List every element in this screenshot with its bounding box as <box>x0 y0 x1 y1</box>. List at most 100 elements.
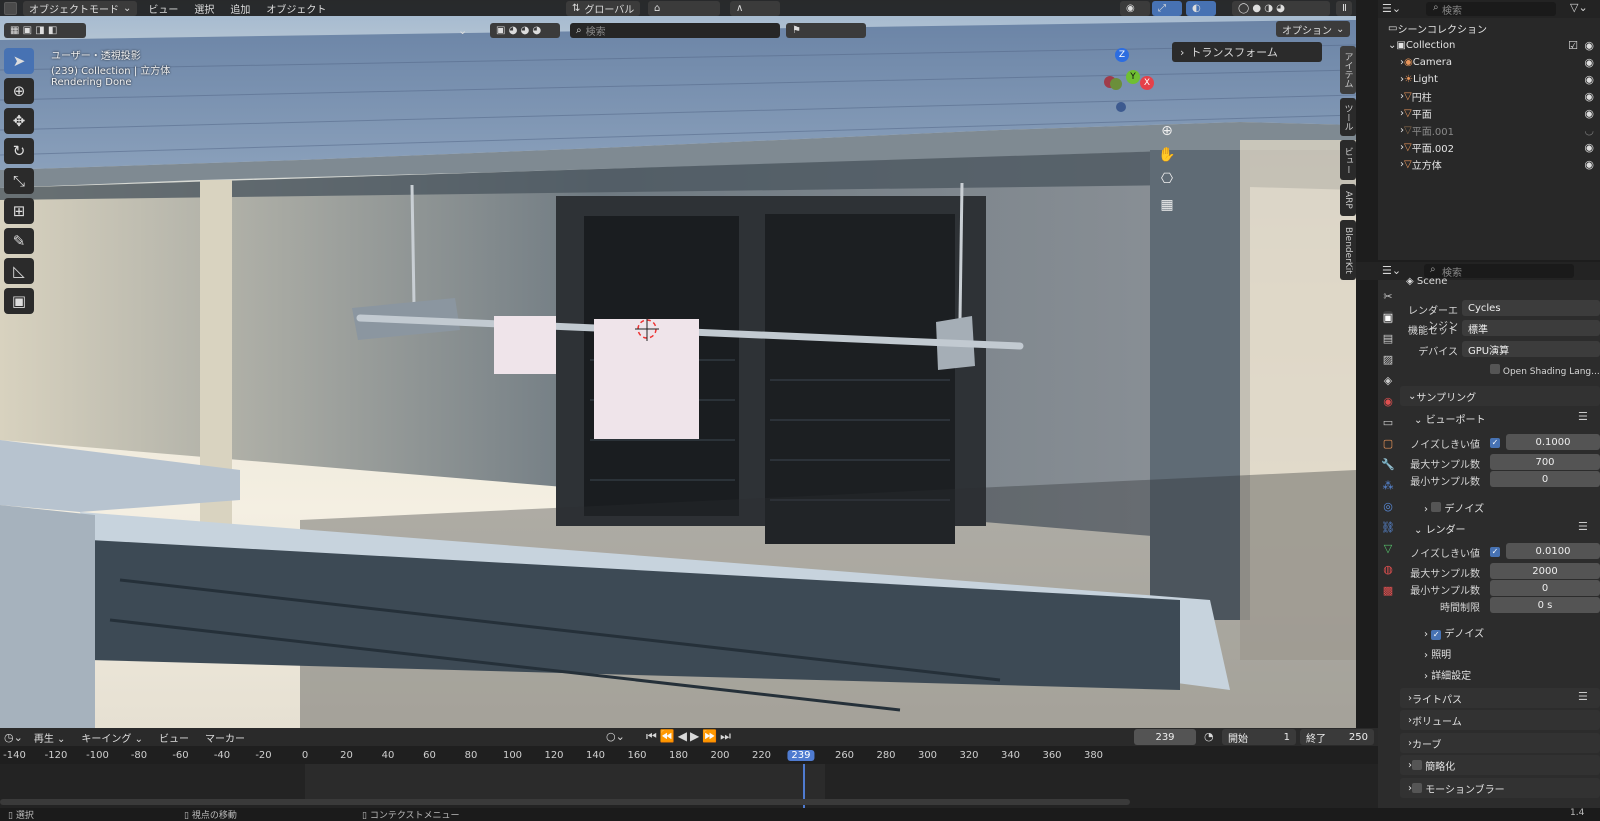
view-layer-tab-icon[interactable]: ▨ <box>1383 353 1393 366</box>
transform-panel[interactable]: › トランスフォーム <box>1172 42 1322 62</box>
orientation-dropdown[interactable]: ⇅ グローバル <box>566 0 641 16</box>
outliner-item-plane[interactable]: › ▽ 平面 ◉ <box>1378 105 1600 122</box>
tab-view[interactable]: ビュー <box>1340 140 1356 180</box>
menu-view[interactable]: ビュー <box>143 1 183 16</box>
outliner-item-camera[interactable]: › ◉ Camera ◉ <box>1378 54 1600 71</box>
subsection-lighting[interactable]: › 照明 <box>1424 646 1451 661</box>
section-light-paths[interactable]: › ライトパス <box>1400 688 1600 708</box>
scale-tool[interactable]: ⤡ <box>4 168 34 194</box>
gizmo-toggle[interactable]: ⤢ <box>1152 0 1182 16</box>
tab-blenderkit[interactable]: BlenderKit <box>1340 220 1356 280</box>
3d-viewport[interactable]: オブジェクトモード ⌄ ビュー 選択 追加 オブジェクト ⇅ グローバル ⌂ ∧ ◉… <box>0 0 1356 728</box>
section-curves[interactable]: › カーブ <box>1400 733 1600 753</box>
shading-modes[interactable]: ◯ ● ◑ ◕ <box>1232 0 1330 16</box>
tab-arp[interactable]: ARP <box>1340 184 1356 216</box>
outliner-item-cylinder[interactable]: › ▽ 円柱 ◉ <box>1378 88 1600 105</box>
current-frame-field[interactable]: 239 <box>1134 729 1196 745</box>
constraint-tab-icon[interactable]: ⛓ <box>1381 521 1395 534</box>
overlay-toggle[interactable]: ◐ <box>1186 0 1216 16</box>
menu-keying[interactable]: キーイング ⌄ <box>76 730 148 745</box>
cursor-tool[interactable]: ⊕ <box>4 78 34 104</box>
eye-icon[interactable]: ◉ <box>1584 73 1594 86</box>
move-tool[interactable]: ✥ <box>4 108 34 134</box>
data-tab-icon[interactable]: ▽ <box>1384 542 1392 555</box>
chevron-down-icon[interactable]: ⌄ <box>458 24 467 37</box>
list-icon[interactable]: ☰ <box>1578 410 1588 423</box>
axis-z[interactable]: Z <box>1115 48 1129 62</box>
pan-button[interactable]: ✋ <box>1156 144 1178 166</box>
osl-checkbox[interactable]: Open Shading Lang... <box>1490 364 1600 377</box>
proportional-edit[interactable]: ∧ <box>730 0 780 16</box>
list-icon[interactable]: ☰ <box>1578 520 1588 533</box>
section-sampling[interactable]: ⌄ サンプリング <box>1400 386 1600 406</box>
r-noise-threshold-field[interactable]: 0.0100 <box>1506 543 1600 559</box>
r-denoise-toggle[interactable]: › ✓ デノイズ <box>1424 625 1484 640</box>
add-cube-tool[interactable]: ▣ <box>4 288 34 314</box>
options-dropdown[interactable]: オプション ⌄ <box>1276 21 1351 37</box>
navigation-gizmo[interactable]: Z Y X <box>1086 48 1156 114</box>
r-min-samples-field[interactable]: 0 <box>1490 580 1600 596</box>
transform-tool[interactable]: ⊞ <box>4 198 34 224</box>
measure-tool[interactable]: ◺ <box>4 258 34 284</box>
properties-type-icon[interactable]: ☰⌄ <box>1382 264 1401 277</box>
menu-marker[interactable]: マーカー <box>200 730 250 745</box>
timeline-scrollbar[interactable] <box>0 799 1130 805</box>
world-tab-icon[interactable]: ◉ <box>1383 395 1393 408</box>
filter-icon[interactable]: ▽⌄ <box>1570 1 1588 14</box>
eye-icon[interactable]: ◉ <box>1584 90 1594 103</box>
vp-denoise-toggle[interactable]: › デノイズ <box>1424 500 1484 515</box>
axis-neg-z[interactable] <box>1116 102 1126 112</box>
outliner-collection[interactable]: ⌄ ▣ Collection ☑ ◉ <box>1378 37 1600 54</box>
menu-add[interactable]: 追加 <box>225 1 255 16</box>
material-tab-icon[interactable]: ◍ <box>1383 563 1393 576</box>
particles-tab-icon[interactable]: ⁂ <box>1383 479 1394 492</box>
bookmark-dropdown[interactable]: ⚑ <box>786 22 866 38</box>
stopwatch-icon[interactable]: ◔ <box>1204 730 1214 743</box>
subsection-render[interactable]: ⌄ レンダー <box>1414 521 1466 536</box>
eye-closed-icon[interactable]: ◡ <box>1584 124 1594 137</box>
pause-button[interactable]: Ⅱ <box>1336 0 1352 16</box>
select-tool[interactable]: ➤ <box>4 48 34 74</box>
output-tab-icon[interactable]: ▤ <box>1383 332 1393 345</box>
eye-icon[interactable]: ◉ <box>1584 56 1594 69</box>
object-tab-icon[interactable]: ▢ <box>1383 437 1393 450</box>
section-simplify[interactable]: › 簡略化 <box>1400 755 1600 775</box>
start-frame-field[interactable]: 開始 1 <box>1222 729 1296 745</box>
outliner-type-icon[interactable]: ☰⌄ <box>1382 2 1401 15</box>
checkbox-icon[interactable]: ✓ <box>1490 438 1500 448</box>
record-button[interactable]: ○⌄ <box>606 730 625 743</box>
r-max-samples-field[interactable]: 2000 <box>1490 563 1600 579</box>
eye-icon[interactable]: ◉ <box>1584 39 1594 52</box>
frame-ruler[interactable] <box>0 746 1378 764</box>
playback-controls[interactable]: ⏮⏪◀▶⏩⏭ <box>646 729 734 744</box>
tool-tab-icon[interactable]: ✂ <box>1383 290 1392 303</box>
axis-x[interactable]: X <box>1140 76 1154 90</box>
feature-set-dropdown[interactable]: 標準 <box>1462 320 1600 336</box>
snap-toggle[interactable]: ⌂ <box>648 0 720 16</box>
list-icon[interactable]: ☰ <box>1578 690 1588 703</box>
rotate-tool[interactable]: ↻ <box>4 138 34 164</box>
visibility-toggle[interactable]: ◉ <box>1120 0 1150 16</box>
outliner-item-plane-002[interactable]: › ▽ 平面.002 ◉ <box>1378 139 1600 156</box>
outliner-scene-collection[interactable]: ▭ シーンコレクション <box>1378 20 1600 37</box>
viewport-search[interactable]: ⌕ 検索 <box>570 22 780 38</box>
area-divider[interactable] <box>1356 0 1378 808</box>
render-engine-dropdown[interactable]: Cycles <box>1462 300 1600 316</box>
editor-type-icon[interactable] <box>4 1 17 15</box>
outliner-item-cube[interactable]: › ▽ 立方体 ◉ <box>1378 156 1600 173</box>
ortho-toggle-button[interactable]: ▦ <box>1156 194 1178 216</box>
tab-item[interactable]: アイテム <box>1340 46 1356 94</box>
modifier-tab-icon[interactable]: 🔧 <box>1381 458 1395 471</box>
menu-view[interactable]: ビュー <box>154 730 194 745</box>
outliner-item-plane-001[interactable]: › ▽ 平面.001 ◡ <box>1378 122 1600 139</box>
collection-tab-icon[interactable]: ▭ <box>1383 416 1393 429</box>
menu-select[interactable]: 選択 <box>189 1 219 16</box>
annotate-tool[interactable]: ✎ <box>4 228 34 254</box>
tab-tool[interactable]: ツール <box>1340 98 1356 136</box>
physics-tab-icon[interactable]: ◎ <box>1383 500 1393 513</box>
checkbox-icon[interactable]: ☑ <box>1568 39 1578 52</box>
subsection-viewport[interactable]: ⌄ ビューポート <box>1414 411 1486 426</box>
timeline-editor[interactable]: ◷⌄ 再生 ⌄ キーイング ⌄ ビュー マーカー ○⌄ ⏮⏪◀▶⏩⏭ 239 ◔… <box>0 728 1378 808</box>
menu-object[interactable]: オブジェクト <box>261 1 331 16</box>
vp-min-samples-field[interactable]: 0 <box>1490 471 1600 487</box>
